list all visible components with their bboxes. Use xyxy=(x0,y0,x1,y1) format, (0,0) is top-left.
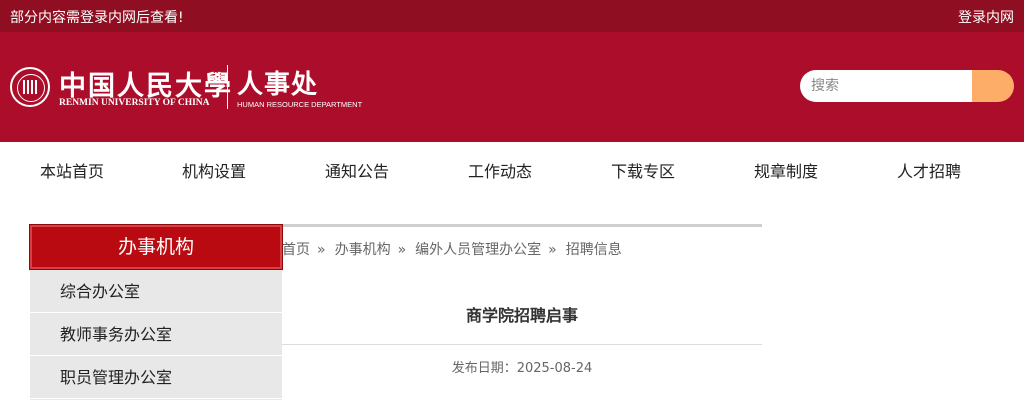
nav-item-recruitment[interactable]: 人才招聘 xyxy=(897,158,961,182)
university-seal-icon xyxy=(10,67,50,107)
sidebar: 办事机构 综合办公室 教师事务办公室 职员管理办公室 xyxy=(29,224,283,400)
breadcrumb-offices[interactable]: 办事机构 xyxy=(335,242,391,258)
article-title: 商学院招聘启事 xyxy=(465,306,578,325)
article-divider xyxy=(282,344,762,345)
sidebar-title: 办事机构 xyxy=(29,224,283,270)
sidebar-item-faculty-affairs-office[interactable]: 教师事务办公室 xyxy=(30,314,282,356)
intranet-login-link[interactable]: 登录内网 xyxy=(958,7,1014,27)
nav-item-organization[interactable]: 机构设置 xyxy=(182,158,246,182)
search-input[interactable] xyxy=(800,70,980,102)
breadcrumb-divider xyxy=(282,224,762,227)
breadcrumb-current: 招聘信息 xyxy=(565,242,622,258)
university-name-en: RENMIN UNIVERSITY OF CHINA xyxy=(59,98,210,108)
nav-item-regulations[interactable]: 规章制度 xyxy=(754,158,818,182)
breadcrumb-separator: » xyxy=(548,242,557,258)
breadcrumb-home[interactable]: 首页 xyxy=(282,242,310,258)
nav-item-downloads[interactable]: 下载专区 xyxy=(611,158,675,182)
top-notice-bar: 部分内容需登录内网后查看! 登录内网 xyxy=(0,0,1024,32)
nav-item-home[interactable]: 本站首页 xyxy=(40,158,104,182)
site-header: 中国人民大學 RENMIN UNIVERSITY OF CHINA 人事处 HU… xyxy=(0,32,1024,142)
search-button[interactable] xyxy=(972,70,1014,102)
sidebar-item-general-office[interactable]: 综合办公室 xyxy=(30,271,282,313)
breadcrumb-separator: » xyxy=(317,242,326,258)
article-publish-date: 发布日期：2025-08-24 xyxy=(451,361,593,376)
login-notice: 部分内容需登录内网后查看! xyxy=(10,10,184,26)
nav-item-notices[interactable]: 通知公告 xyxy=(325,158,389,182)
main-nav: 本站首页 机构设置 通知公告 工作动态 下载专区 规章制度 人才招聘 xyxy=(0,142,1024,194)
department-name-cn: 人事处 xyxy=(237,70,319,100)
breadcrumb: 首页 » 办事机构 » 编外人员管理办公室 » 招聘信息 xyxy=(282,239,622,259)
breadcrumb-separator: » xyxy=(397,242,407,258)
nav-item-news[interactable]: 工作动态 xyxy=(468,158,532,182)
breadcrumb-contract-staff-office[interactable]: 编外人员管理办公室 xyxy=(415,242,541,258)
logo-divider xyxy=(227,65,228,109)
department-name-en: HUMAN RESOURCE DEPARTMENT xyxy=(237,100,363,109)
sidebar-item-staff-management-office[interactable]: 职员管理办公室 xyxy=(30,357,282,399)
